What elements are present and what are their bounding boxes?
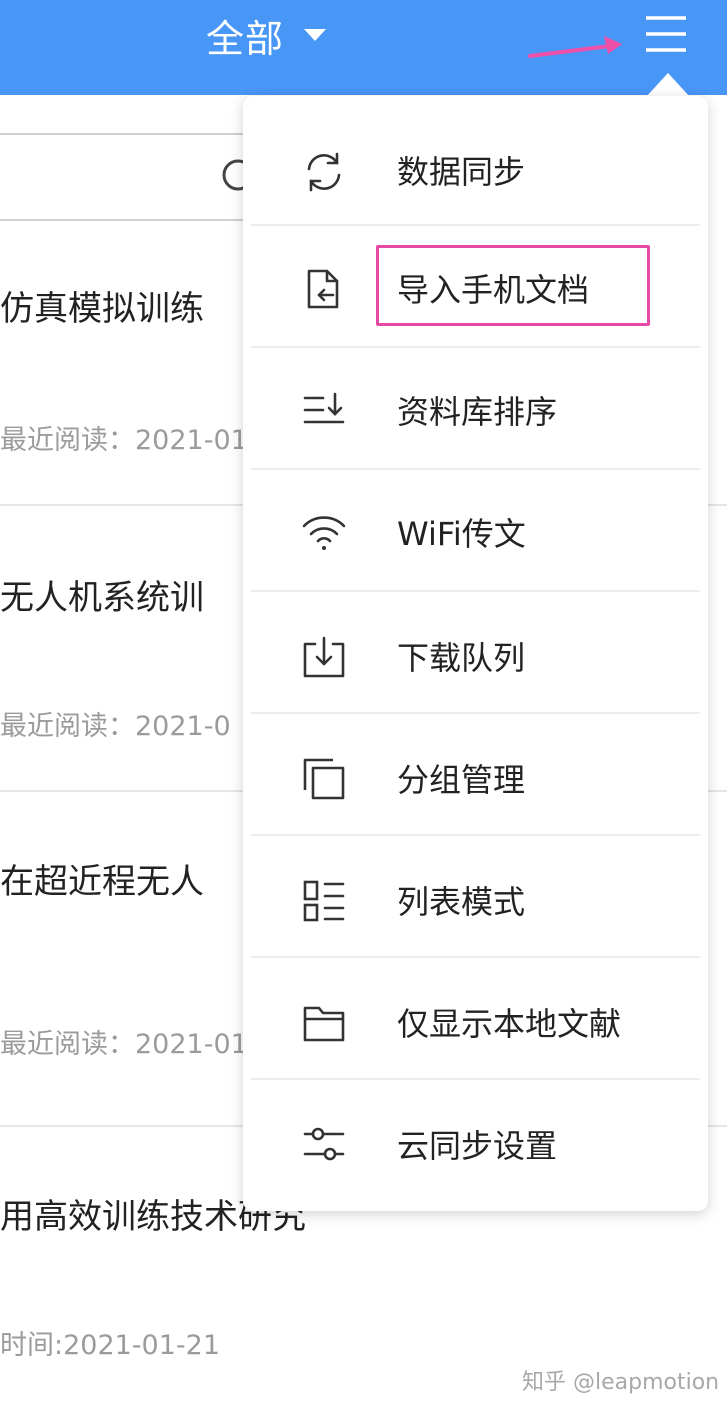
sort-icon (301, 388, 347, 434)
wifi-icon (301, 510, 347, 556)
annotation-arrow-icon (528, 36, 622, 58)
folder-icon (301, 1000, 347, 1046)
menu-item-label: 资料库排序 (397, 393, 558, 431)
menu-item-cloud-sync-settings[interactable]: 云同步设置 (243, 1080, 708, 1202)
annotation-highlight-box (376, 245, 650, 326)
last-read-date: 时间:2021-01-21 (0, 1330, 221, 1361)
import-file-icon (301, 266, 347, 312)
menu-item-library-sort[interactable]: 资料库排序 (243, 348, 708, 470)
menu-item-label: 云同步设置 (397, 1127, 558, 1165)
menu-item-label: 下载队列 (397, 639, 526, 677)
last-read-date: 最近阅读：2021-01- (0, 1029, 258, 1060)
menu-item-list-mode[interactable]: 列表模式 (243, 836, 708, 958)
category-label: 全部 (206, 16, 285, 61)
search-bar[interactable] (0, 133, 260, 221)
settings-sliders-icon (301, 1122, 347, 1168)
menu-item-local-only[interactable]: 仅显示本地文献 (243, 958, 708, 1080)
document-title: 无人机系统训 (0, 578, 204, 618)
category-selector[interactable]: 全部 (206, 10, 327, 61)
header-bar: 全部 (0, 0, 727, 95)
menu-item-download-queue[interactable]: 下载队列 (243, 592, 708, 714)
last-read-date: 最近阅读：2021-01- (0, 425, 258, 456)
menu-item-data-sync[interactable]: 数据同步 (243, 104, 708, 226)
sync-icon (301, 149, 347, 195)
caret-down-icon (304, 29, 327, 41)
menu-item-label: 仅显示本地文献 (397, 1005, 622, 1043)
menu-item-group-management[interactable]: 分组管理 (243, 714, 708, 836)
group-icon (301, 756, 347, 802)
watermark: 知乎 @leapmotion (522, 1370, 720, 1395)
menu-pointer (646, 73, 690, 97)
menu-icon (646, 16, 686, 52)
menu-button[interactable] (640, 12, 692, 56)
menu-item-wifi-transfer[interactable]: WiFi传文 (243, 470, 708, 592)
last-read-date: 最近阅读：2021-0 (0, 711, 231, 742)
download-icon (301, 634, 347, 680)
menu-item-label: WiFi传文 (397, 515, 526, 553)
document-title: 在超近程无人 (0, 862, 204, 902)
list-mode-icon (301, 878, 347, 924)
menu-item-label: 列表模式 (397, 883, 526, 921)
document-title: 仿真模拟训练 (0, 289, 204, 329)
menu-item-label: 分组管理 (397, 761, 526, 799)
menu-item-label: 数据同步 (397, 153, 526, 191)
